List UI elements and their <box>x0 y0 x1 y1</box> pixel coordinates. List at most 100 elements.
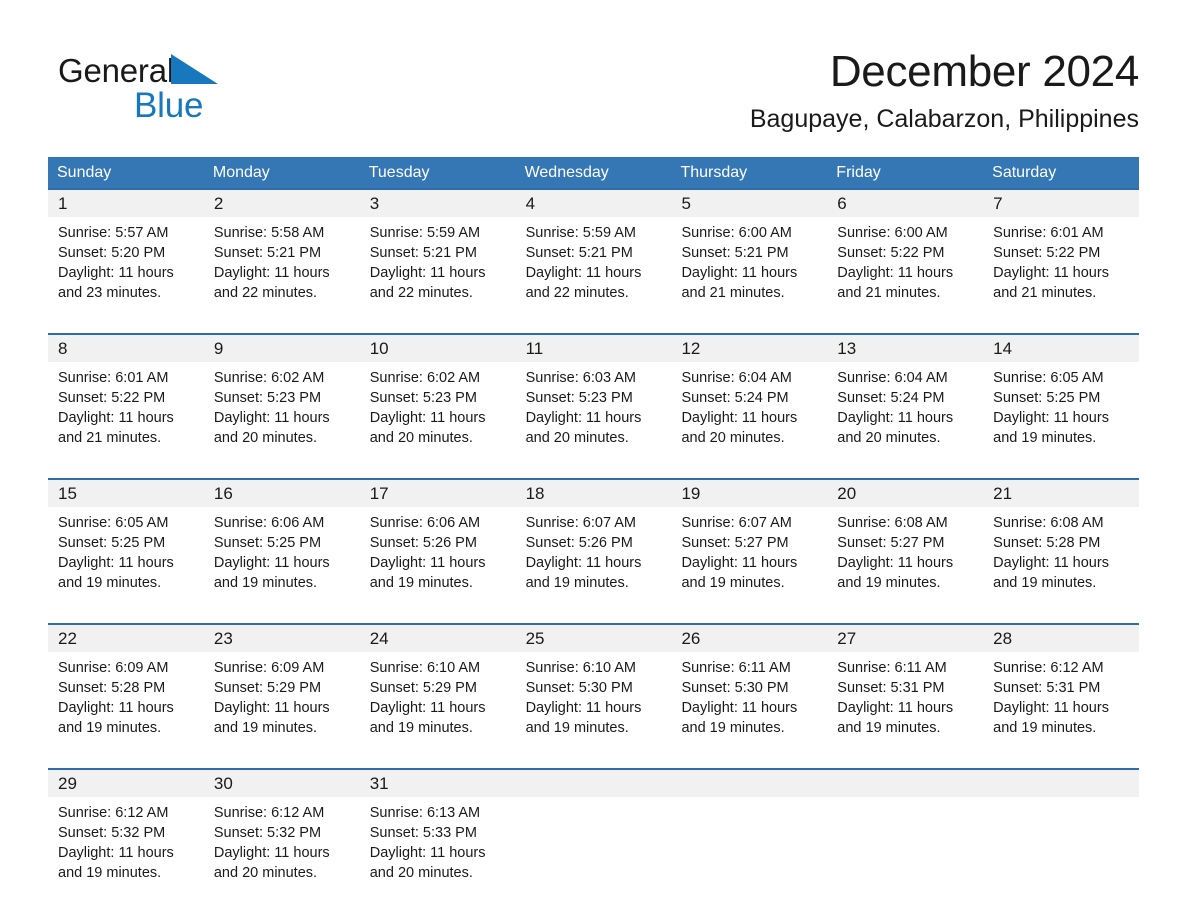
day-number[interactable]: 14 <box>983 335 1139 362</box>
sunrise-text: Sunrise: 6:12 AM <box>213 805 325 821</box>
sunrise-text: Sunrise: 6:11 AM <box>681 660 791 676</box>
sunset-text: Sunset: 5:21 PM <box>369 245 477 261</box>
day-number[interactable]: 28 <box>983 625 1139 652</box>
page-header: General Blue December 2024 Bagupaye, Cal… <box>48 44 1139 149</box>
day-number[interactable]: 16 <box>204 480 360 507</box>
daylight-text-line1: Daylight: 11 hours <box>525 555 642 571</box>
day-number[interactable]: 27 <box>827 625 983 652</box>
sunset-text: Sunset: 5:24 PM <box>837 390 945 406</box>
day-number[interactable]: 8 <box>48 335 204 362</box>
daylight-text-line2: and 21 minutes. <box>837 285 941 301</box>
day-detail: Sunrise: 6:08 AM Sunset: 5:27 PM Dayligh… <box>827 507 983 614</box>
daylight-text-line1: Daylight: 11 hours <box>525 410 642 426</box>
day-number[interactable]: 18 <box>516 480 672 507</box>
daylight-text-line2: and 21 minutes. <box>993 285 1097 301</box>
daylight-text-line1: Daylight: 11 hours <box>369 555 486 571</box>
day-number[interactable]: 2 <box>204 190 360 217</box>
day-number[interactable]: 19 <box>671 480 827 507</box>
day-number[interactable]: 5 <box>671 190 827 217</box>
day-number[interactable]: 30 <box>204 770 360 797</box>
day-number[interactable]: 1 <box>48 190 204 217</box>
daylight-text-line1: Daylight: 11 hours <box>58 845 174 861</box>
sunrise-text: Sunrise: 6:09 AM <box>213 660 325 676</box>
day-number[interactable]: 9 <box>204 335 360 362</box>
sunset-text: Sunset: 5:26 PM <box>525 535 633 551</box>
daylight-text-line1: Daylight: 11 hours <box>993 700 1109 716</box>
day-number[interactable]: 24 <box>360 625 516 652</box>
daylight-text-line1: Daylight: 11 hours <box>58 700 174 716</box>
day-number[interactable]: 21 <box>983 480 1139 507</box>
day-detail: Sunrise: 5:58 AM Sunset: 5:21 PM Dayligh… <box>204 217 360 324</box>
day-detail: Sunrise: 6:02 AM Sunset: 5:23 PM Dayligh… <box>360 362 516 469</box>
sunset-text: Sunset: 5:29 PM <box>369 680 477 696</box>
sunset-text: Sunset: 5:21 PM <box>681 245 789 261</box>
sunrise-text: Sunrise: 6:09 AM <box>58 660 169 676</box>
daylight-text-line2: and 19 minutes. <box>525 720 629 736</box>
day-detail: Sunrise: 6:04 AM Sunset: 5:24 PM Dayligh… <box>827 362 983 469</box>
day-number[interactable]: 6 <box>827 190 983 217</box>
week-detail-band: Sunrise: 5:57 AM Sunset: 5:20 PM Dayligh… <box>48 217 1139 324</box>
day-number[interactable]: 15 <box>48 480 204 507</box>
calendar-week-row: 15 16 17 18 19 20 21 Sunrise: 6:05 AM Su… <box>48 478 1139 614</box>
day-number[interactable]: 26 <box>671 625 827 652</box>
sunset-text: Sunset: 5:31 PM <box>837 680 945 696</box>
sunrise-text: Sunrise: 6:01 AM <box>993 225 1104 241</box>
daylight-text-line2: and 19 minutes. <box>681 720 785 736</box>
sunrise-text: Sunrise: 6:04 AM <box>681 370 792 386</box>
day-detail: Sunrise: 6:02 AM Sunset: 5:23 PM Dayligh… <box>204 362 360 469</box>
day-detail: Sunrise: 6:09 AM Sunset: 5:28 PM Dayligh… <box>48 652 204 759</box>
day-detail: Sunrise: 5:57 AM Sunset: 5:20 PM Dayligh… <box>48 217 204 324</box>
day-number[interactable]: 12 <box>671 335 827 362</box>
daylight-text-line2: and 21 minutes. <box>681 285 785 301</box>
daylight-text-line1: Daylight: 11 hours <box>837 700 954 716</box>
day-number[interactable]: 29 <box>48 770 204 797</box>
daylight-text-line1: Daylight: 11 hours <box>213 700 330 716</box>
day-number[interactable]: 10 <box>360 335 516 362</box>
daylight-text-line2: and 19 minutes. <box>681 575 785 591</box>
logo-triangle-icon <box>171 54 219 84</box>
sunset-text: Sunset: 5:27 PM <box>681 535 789 551</box>
day-detail-empty <box>671 797 827 904</box>
daylight-text-line1: Daylight: 11 hours <box>837 265 954 281</box>
sunrise-text: Sunrise: 6:07 AM <box>525 515 636 531</box>
daylight-text-line1: Daylight: 11 hours <box>525 700 642 716</box>
sunrise-text: Sunrise: 6:10 AM <box>369 660 481 676</box>
daylight-text-line1: Daylight: 11 hours <box>58 410 174 426</box>
day-number[interactable]: 4 <box>516 190 672 217</box>
day-number[interactable]: 22 <box>48 625 204 652</box>
sunrise-text: Sunrise: 6:12 AM <box>58 805 169 821</box>
day-detail: Sunrise: 6:05 AM Sunset: 5:25 PM Dayligh… <box>983 362 1139 469</box>
sunrise-text: Sunrise: 6:02 AM <box>369 370 481 386</box>
weekday-monday: Monday <box>212 164 270 181</box>
day-number[interactable]: 17 <box>360 480 516 507</box>
sunrise-text: Sunrise: 6:08 AM <box>993 515 1104 531</box>
day-number[interactable]: 3 <box>360 190 516 217</box>
sunrise-text: Sunrise: 6:05 AM <box>58 515 169 531</box>
day-detail: Sunrise: 5:59 AM Sunset: 5:21 PM Dayligh… <box>360 217 516 324</box>
sunrise-text: Sunrise: 6:05 AM <box>993 370 1104 386</box>
daylight-text-line2: and 22 minutes. <box>369 285 473 301</box>
weekday-thursday: Thursday <box>680 164 748 181</box>
week-date-band: 8 9 10 11 12 13 14 <box>48 335 1139 362</box>
day-number[interactable]: 20 <box>827 480 983 507</box>
day-number[interactable]: 31 <box>360 770 516 797</box>
weekday-sunday: Sunday <box>57 164 112 181</box>
sunset-text: Sunset: 5:22 PM <box>837 245 945 261</box>
daylight-text-line2: and 19 minutes. <box>58 720 162 736</box>
day-detail-empty <box>983 797 1139 904</box>
day-number[interactable]: 25 <box>516 625 672 652</box>
daylight-text-line2: and 20 minutes. <box>369 865 473 881</box>
day-number[interactable]: 13 <box>827 335 983 362</box>
sunset-text: Sunset: 5:23 PM <box>213 390 322 406</box>
sunset-text: Sunset: 5:23 PM <box>369 390 477 406</box>
day-detail: Sunrise: 6:04 AM Sunset: 5:24 PM Dayligh… <box>671 362 827 469</box>
sunrise-text: Sunrise: 5:59 AM <box>369 225 481 241</box>
daylight-text-line1: Daylight: 11 hours <box>993 265 1109 281</box>
day-detail: Sunrise: 6:06 AM Sunset: 5:25 PM Dayligh… <box>204 507 360 614</box>
day-number[interactable]: 7 <box>983 190 1139 217</box>
day-number[interactable]: 23 <box>204 625 360 652</box>
day-detail: Sunrise: 6:12 AM Sunset: 5:32 PM Dayligh… <box>204 797 360 904</box>
week-detail-band: Sunrise: 6:09 AM Sunset: 5:28 PM Dayligh… <box>48 652 1139 759</box>
day-number[interactable]: 11 <box>516 335 672 362</box>
daylight-text-line2: and 19 minutes. <box>58 575 162 591</box>
